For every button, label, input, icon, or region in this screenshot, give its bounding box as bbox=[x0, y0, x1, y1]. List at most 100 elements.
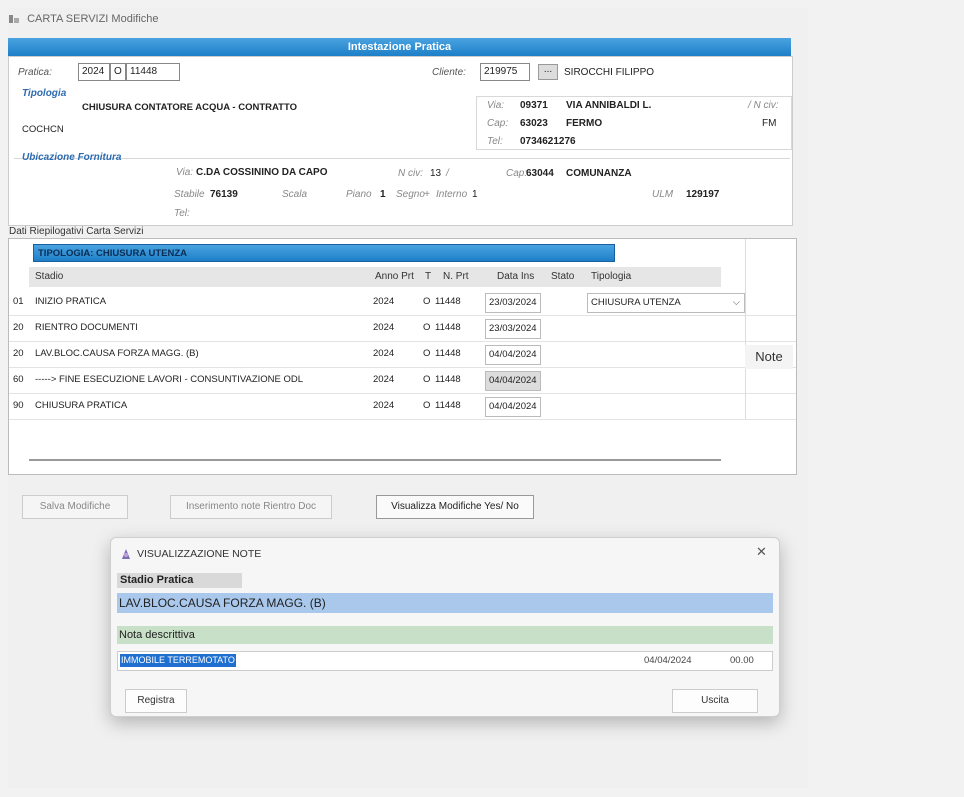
uscita-button[interactable]: Uscita bbox=[672, 689, 758, 713]
stadio-pratica-label: Stadio Pratica bbox=[117, 573, 242, 588]
col-header-t: T bbox=[423, 267, 437, 287]
ubicazione-ncivico: 13 bbox=[430, 168, 442, 179]
tipologia-title: Tipologia bbox=[22, 88, 67, 99]
cliente-via-code: 09371 bbox=[520, 100, 548, 111]
ubicazione-via-label: Via: bbox=[176, 167, 194, 178]
row-anno: 2024 bbox=[373, 322, 395, 333]
ubicazione-stabile-label: Stabile bbox=[174, 189, 205, 200]
row-anno: 2024 bbox=[373, 348, 395, 359]
row-code: 01 bbox=[13, 296, 24, 307]
row-stadio: RIENTRO DOCUMENTI bbox=[35, 322, 138, 333]
ubicazione-ncivico-label: N civ: bbox=[398, 168, 423, 179]
pratica-tipo-field[interactable]: O bbox=[110, 63, 126, 81]
table-row[interactable]: 20 RIENTRO DOCUMENTI 2024 O 11448 23/03/… bbox=[9, 315, 796, 342]
cliente-label: Cliente: bbox=[432, 67, 466, 78]
cliente-cap: 63023 bbox=[520, 118, 548, 129]
ubicazione-ulm-label: ULM bbox=[652, 189, 674, 200]
row-data-field[interactable]: 23/03/2024 bbox=[485, 319, 541, 339]
row-t: O bbox=[423, 374, 431, 385]
pratica-label: Pratica: bbox=[18, 67, 52, 78]
row-stadio: INIZIO PRATICA bbox=[35, 296, 107, 307]
ubicazione-title: Ubicazione Fornitura bbox=[22, 152, 122, 163]
ubicazione-cap-label: Cap: bbox=[506, 168, 528, 179]
ubicazione-interno-label: Interno bbox=[436, 189, 468, 200]
row-t: O bbox=[423, 400, 431, 411]
visualizza-modifiche-button[interactable]: Visualizza Modifiche Yes/ No bbox=[376, 495, 534, 519]
tipologia-banner: TIPOLOGIA: CHIUSURA UTENZA bbox=[33, 244, 615, 262]
row-data-field[interactable]: 23/03/2024 bbox=[485, 293, 541, 313]
table-row[interactable]: 60 -----> FINE ESECUZIONE LAVORI - CONSU… bbox=[9, 367, 796, 394]
pratica-anno-field[interactable]: 2024 bbox=[78, 63, 110, 81]
col-header-tipologia: Tipologia bbox=[587, 267, 721, 287]
row-anno: 2024 bbox=[373, 296, 395, 307]
riepilogo-title: Dati Riepilogativi Carta Servizi bbox=[9, 226, 144, 237]
ubicazione-tel-label: Tel: bbox=[174, 208, 190, 219]
nota-field[interactable]: IMMOBILE TERREMOTATO 04/04/2024 00.00 bbox=[117, 651, 773, 671]
ubicazione-segno-label: Segno bbox=[396, 189, 425, 200]
row-anno: 2024 bbox=[373, 400, 395, 411]
note-button[interactable]: Note bbox=[745, 345, 793, 369]
cliente-prov: FM bbox=[762, 118, 777, 129]
row-nprt: 11448 bbox=[435, 322, 461, 333]
row-nprt: 11448 bbox=[435, 400, 461, 411]
row-data-field[interactable]: 04/04/2024 bbox=[485, 371, 541, 391]
table-row[interactable]: 90 CHIUSURA PRATICA 2024 O 11448 04/04/2… bbox=[9, 393, 796, 420]
cliente-ncivico-label: / N civ: bbox=[748, 100, 779, 111]
table-row[interactable]: 20 LAV.BLOC.CAUSA FORZA MAGG. (B) 2024 O… bbox=[9, 341, 796, 368]
cliente-via-name: VIA ANNIBALDI L. bbox=[566, 100, 652, 111]
ubicazione-cap: 63044 bbox=[526, 168, 554, 179]
row-data-field[interactable]: 04/04/2024 bbox=[485, 397, 541, 417]
close-icon[interactable]: ✕ bbox=[756, 544, 767, 560]
window-title: CARTA SERVIZI Modifiche bbox=[27, 13, 159, 25]
cliente-tel: 0734621276 bbox=[520, 136, 576, 147]
ubicazione-citta: COMUNANZA bbox=[566, 168, 632, 179]
table-row[interactable]: 01 INIZIO PRATICA 2024 O 11448 23/03/202… bbox=[9, 289, 796, 316]
col-header-stadio: Stadio bbox=[29, 267, 377, 287]
ubicazione-ulm: 129197 bbox=[686, 189, 720, 200]
stadio-pratica-value: LAV.BLOC.CAUSA FORZA MAGG. (B) bbox=[117, 593, 773, 613]
cliente-nome: SIROCCHI FILIPPO bbox=[564, 67, 655, 78]
cliente-codice-field[interactable]: 219975 bbox=[480, 63, 530, 81]
cliente-lookup-button[interactable]: ... bbox=[538, 64, 558, 80]
ubicazione-segno: + bbox=[424, 189, 430, 200]
registra-button[interactable]: Registra bbox=[125, 689, 187, 713]
horizontal-scrollbar[interactable] bbox=[29, 459, 721, 461]
cliente-citta: FERMO bbox=[566, 118, 603, 129]
chevron-down-icon: ⌵ bbox=[732, 297, 740, 308]
row-t: O bbox=[423, 348, 431, 359]
ubicazione-interno: 1 bbox=[472, 189, 478, 200]
row-nprt: 11448 bbox=[435, 348, 461, 359]
row-t: O bbox=[423, 296, 431, 307]
row-code: 60 bbox=[13, 374, 24, 385]
header-bar: Intestazione Pratica bbox=[8, 38, 791, 56]
col-header-nprt: N. Prt bbox=[437, 267, 489, 287]
riepilogo-table: TIPOLOGIA: CHIUSURA UTENZA Stadio Anno P… bbox=[8, 238, 797, 475]
row-t: O bbox=[423, 322, 431, 333]
inserimento-note-button[interactable]: Inserimento note Rientro Doc bbox=[170, 495, 332, 519]
row-stadio: -----> FINE ESECUZIONE LAVORI - CONSUNTI… bbox=[35, 374, 304, 385]
ubicazione-via: C.DA COSSININO DA CAPO bbox=[196, 167, 328, 178]
row-tipologia-value: CHIUSURA UTENZA bbox=[591, 297, 681, 308]
tipologia-value: CHIUSURA CONTATORE ACQUA - CONTRATTO bbox=[82, 102, 297, 113]
nota-date: 04/04/2024 bbox=[644, 655, 692, 666]
col-header-anno: Anno Prt bbox=[371, 267, 423, 287]
ubicazione-piano-label: Piano bbox=[346, 189, 372, 200]
nota-value: IMMOBILE TERREMOTATO bbox=[120, 654, 236, 667]
ubicazione-scala-label: Scala bbox=[282, 189, 308, 200]
row-code: 90 bbox=[13, 400, 24, 411]
salva-modifiche-button[interactable]: Salva Modifiche bbox=[22, 495, 128, 519]
dialog-title: VISUALIZZAZIONE NOTE bbox=[137, 548, 262, 560]
row-tipologia-select[interactable]: CHIUSURA UTENZA ⌵ bbox=[587, 293, 745, 313]
note-dialog: VISUALIZZAZIONE NOTE ✕ Stadio Pratica LA… bbox=[110, 537, 780, 717]
cliente-cap-label: Cap: bbox=[487, 118, 509, 129]
ubicazione-piano: 1 bbox=[380, 189, 386, 200]
divider bbox=[745, 239, 746, 419]
col-header-stato: Stato bbox=[545, 267, 591, 287]
nota-time: 00.00 bbox=[730, 655, 754, 666]
pratica-numero-field[interactable]: 11448 bbox=[126, 63, 180, 81]
row-nprt: 11448 bbox=[435, 296, 461, 307]
row-data-field[interactable]: 04/04/2024 bbox=[485, 345, 541, 365]
app-icon bbox=[8, 13, 20, 25]
cliente-via-label: Via: bbox=[487, 100, 505, 111]
tipologia-code: COCHCN bbox=[22, 124, 64, 135]
